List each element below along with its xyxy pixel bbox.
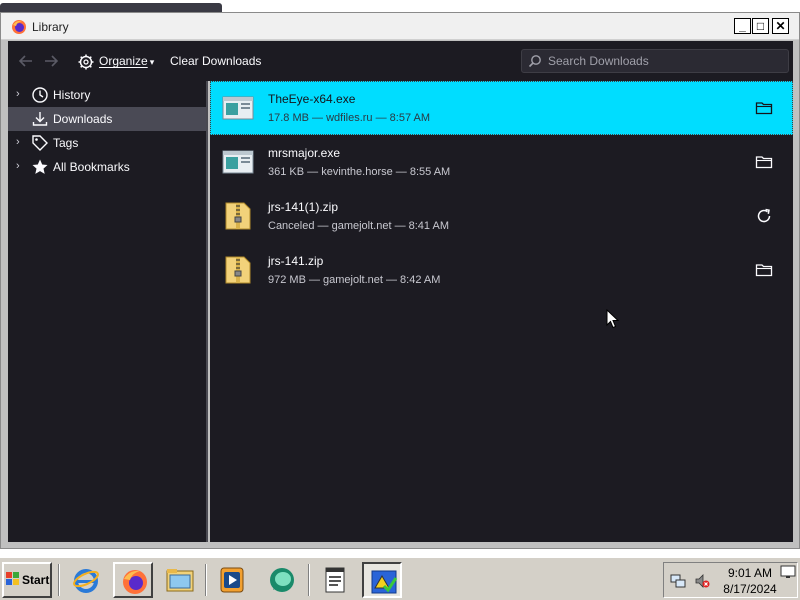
forward-button[interactable] [41,51,61,71]
download-status: Canceled — gamejolt.net — 8:41 AM [268,220,449,232]
notepad-icon [325,567,345,593]
download-filename: jrs-141(1).zip [268,200,339,214]
close-button[interactable]: ✕ [772,18,789,34]
clock-date[interactable]: 8/17/2024 [720,582,780,596]
search-icon [528,55,541,68]
star-icon [32,159,48,174]
arrow-right-icon [45,55,59,67]
firefox-icon [12,20,26,34]
firefox-icon [123,570,147,594]
download-status: 361 KB — kevinthe.horse — 8:55 AM [268,166,451,178]
zip-folder-icon [225,256,251,284]
maximize-button[interactable]: □ [752,18,769,34]
taskbar-separator [308,564,310,596]
media-player-icon [220,567,244,593]
file-explorer-button[interactable] [160,562,200,598]
download-item[interactable]: jrs-141.zip 972 MB — gamejolt.net — 8:42… [210,243,793,297]
folder-icon[interactable] [755,153,773,171]
program-button[interactable] [362,562,402,598]
window-title: Library [32,20,69,34]
download-item[interactable]: mrsmajor.exe 361 KB — kevinthe.horse — 8… [210,135,793,189]
clock-icon [32,87,48,103]
executable-file-icon [222,150,254,174]
library-window: Library _ □ ✕ Organize▾ Clear Downloads [0,12,800,549]
sidebar-item-label: Downloads [53,112,113,126]
search-box[interactable] [521,49,789,73]
download-status: 972 MB — gamejolt.net — 8:42 AM [268,274,441,286]
search-input[interactable] [546,52,784,70]
clear-downloads-button[interactable]: Clear Downloads [170,51,261,71]
chevron-down-icon: ▾ [149,57,155,67]
minimize-button[interactable]: _ [734,18,751,34]
system-tray: 9:01 AM 8/17/2024 [663,562,798,598]
back-button[interactable] [16,51,36,71]
zip-folder-icon [225,202,251,230]
messenger-button[interactable] [262,562,302,598]
download-item[interactable]: jrs-141(1).zip Canceled — gamejolt.net —… [210,189,793,243]
gear-icon [78,54,94,70]
taskbar-separator [205,564,207,596]
toolbar: Organize ▾ Clear Downloads [8,41,793,81]
sidebar-item-label: All Bookmarks [53,160,130,174]
mouse-cursor-icon [606,309,620,329]
download-item[interactable]: TheEye-x64.exe 17.8 MB — wdfiles.ru — 8:… [210,81,793,135]
messenger-icon [270,568,294,592]
sidebar-item-label: Tags [53,136,79,150]
title-bar[interactable]: Library _ □ ✕ [1,13,799,40]
retry-icon[interactable] [755,207,773,225]
sidebar-item-downloads[interactable]: Downloads [8,107,206,131]
background-browser-strip [0,0,800,12]
chevron-right-icon[interactable]: › [16,88,26,102]
chevron-right-icon[interactable]: › [16,160,26,174]
firefox-button[interactable] [113,562,153,598]
download-filename: jrs-141.zip [268,254,324,268]
download-filename: mrsmajor.exe [268,146,341,160]
tag-icon [32,135,48,151]
sidebar-item-all-bookmarks[interactable]: › All Bookmarks [8,155,206,179]
notepad-button[interactable] [315,562,355,598]
organize-label: Organize [99,54,148,68]
taskbar: Start 9:01 AM 8/17/2024 [0,556,800,600]
volume-muted-icon[interactable] [694,573,710,589]
file-explorer-icon [166,569,194,592]
start-label: Start [22,573,50,587]
sidebar-item-tags[interactable]: › Tags [8,131,206,155]
sidebar-item-history[interactable]: › History [8,83,206,107]
folder-icon[interactable] [755,261,773,279]
clock-time[interactable]: 9:01 AM [724,566,776,580]
network-icon[interactable] [670,573,686,589]
download-icon [32,112,48,126]
background-browser-tab [0,3,222,12]
sidebar: › History Downloads › Tags › All Bookmar… [8,81,208,542]
program-icon [371,570,398,594]
arrow-left-icon [18,55,32,67]
executable-file-icon [222,96,254,120]
media-player-button[interactable] [212,562,252,598]
folder-icon[interactable] [755,99,773,117]
downloads-list: TheEye-x64.exe 17.8 MB — wdfiles.ru — 8:… [210,81,793,542]
internet-explorer-button[interactable] [66,562,106,598]
download-status: 17.8 MB — wdfiles.ru — 8:57 AM [268,112,431,124]
desktop-icon[interactable] [780,564,796,580]
taskbar-separator [58,564,60,596]
organize-button[interactable]: Organize ▾ [77,51,154,71]
windows-flag-icon [6,572,19,585]
chevron-right-icon[interactable]: › [16,136,26,150]
sidebar-item-label: History [53,88,91,102]
download-filename: TheEye-x64.exe [268,92,356,106]
internet-explorer-icon [73,569,99,593]
start-button[interactable]: Start [2,562,52,598]
